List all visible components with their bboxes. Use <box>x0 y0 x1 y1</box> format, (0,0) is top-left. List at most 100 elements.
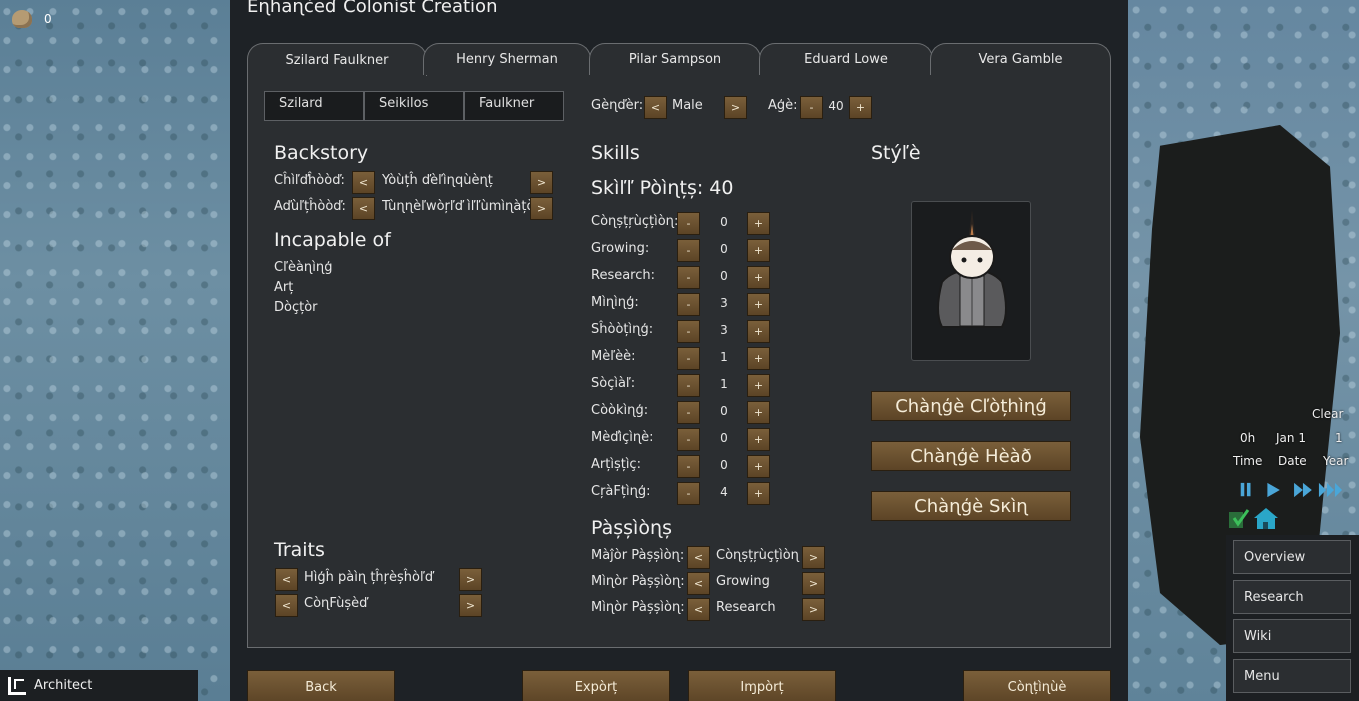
weather-label: Clear <box>1312 407 1344 421</box>
menu-button[interactable]: Menu <box>1233 659 1351 693</box>
dialog-title: Eɳĥaɳċeɗ Colonist Creation <box>247 0 498 17</box>
incapable-item: Cľèàɳìɳģ <box>274 260 333 275</box>
skill-plus-button[interactable]: + <box>747 212 770 235</box>
skill-plus-button[interactable]: + <box>747 374 770 397</box>
skill-value: 3 <box>720 296 728 310</box>
passion-next-button[interactable]: > <box>802 546 825 569</box>
gender-label: Gèɳďèr: <box>591 98 644 113</box>
resource-count: 0 <box>44 12 52 26</box>
skill-plus-button[interactable]: + <box>747 455 770 478</box>
skill-minus-button[interactable]: - <box>677 293 700 316</box>
skill-name: Còòkìɳģ: <box>591 403 649 418</box>
skill-minus-button[interactable]: - <box>677 266 700 289</box>
skill-minus-button[interactable]: - <box>677 482 700 505</box>
colonist-portrait <box>911 201 1031 361</box>
gender-next-button[interactable]: > <box>724 96 747 119</box>
research-button[interactable]: Research <box>1233 580 1351 614</box>
skill-minus-button[interactable]: - <box>677 455 700 478</box>
last-name-input[interactable]: Faulkner <box>464 91 564 121</box>
import-button[interactable]: Iɱpòrț <box>688 670 836 701</box>
skill-plus-button[interactable]: + <box>747 293 770 316</box>
pause-icon <box>1240 482 1251 497</box>
trait-1-prev-button[interactable]: < <box>275 568 298 591</box>
childhood-prev-button[interactable]: < <box>352 171 375 194</box>
skill-minus-button[interactable]: - <box>677 212 700 235</box>
year-value: 1 <box>1335 431 1343 445</box>
passion-label: Mìɳòr Pàșșìòɳ: <box>591 574 685 589</box>
backstory-header: Backstory <box>274 142 369 164</box>
tab-colonist-2[interactable]: Henry Sherman <box>423 43 591 75</box>
nick-name-input[interactable]: Seikilos <box>364 91 464 121</box>
change-clothing-button[interactable]: Chàɳģè Cľòțhìɳģ <box>871 391 1071 421</box>
skill-minus-button[interactable]: - <box>677 374 700 397</box>
skill-minus-button[interactable]: - <box>677 239 700 262</box>
skill-plus-button[interactable]: + <box>747 266 770 289</box>
skill-value: 0 <box>720 404 728 418</box>
area-tools[interactable] <box>1228 506 1280 530</box>
tab-colonist-1[interactable]: Szilard Faulkner <box>247 43 427 76</box>
wiki-button[interactable]: Wiki <box>1233 619 1351 653</box>
home-area-icon <box>1254 508 1278 529</box>
childhood-label: Cĥìľďĥòòď: <box>274 173 345 188</box>
skill-name: Arțìșțìç: <box>591 457 641 472</box>
passion-value: Còɳșțŗùçțìòɳ <box>716 548 799 563</box>
skill-value: 0 <box>720 215 728 229</box>
skill-plus-button[interactable]: + <box>747 401 770 424</box>
skill-value: 0 <box>720 269 728 283</box>
trait-1-value: Hìģĥ pàìɳ țĥŗèșĥòľď <box>304 570 434 585</box>
age-plus-button[interactable]: + <box>849 96 872 119</box>
change-skin-button[interactable]: Chàɳģè Sкìɳ <box>871 491 1071 521</box>
skill-name: Mèľèè: <box>591 349 636 364</box>
speed-controls[interactable] <box>1232 482 1357 498</box>
year-label: Year <box>1323 454 1349 468</box>
back-button[interactable]: Back <box>247 670 395 701</box>
passion-label: Màĵòr Pàșșìòɳ: <box>591 548 685 563</box>
tab-colonist-3[interactable]: Pilar Sampson <box>589 43 761 75</box>
skill-minus-button[interactable]: - <box>677 347 700 370</box>
skill-plus-button[interactable]: + <box>747 320 770 343</box>
passion-prev-button[interactable]: < <box>687 546 710 569</box>
incapable-item: Arț <box>274 280 294 295</box>
skill-minus-button[interactable]: - <box>677 401 700 424</box>
passion-prev-button[interactable]: < <box>687 572 710 595</box>
skill-points: Skìľľ Pòìɳțș: 40 <box>591 177 734 199</box>
change-head-button[interactable]: Chàɳģè Hèàð <box>871 441 1071 471</box>
adulthood-prev-button[interactable]: < <box>352 197 375 220</box>
trait-1-next-button[interactable]: > <box>459 568 482 591</box>
age-minus-button[interactable]: - <box>800 96 823 119</box>
first-name-input[interactable]: Szilard <box>264 91 364 121</box>
skill-value: 0 <box>720 458 728 472</box>
skill-plus-button[interactable]: + <box>747 482 770 505</box>
passion-value: Research <box>716 600 776 615</box>
skill-minus-button[interactable]: - <box>677 428 700 451</box>
skill-plus-button[interactable]: + <box>747 428 770 451</box>
architect-button[interactable]: Architect <box>0 670 198 701</box>
continue-button[interactable]: Còɳțìɳùè <box>963 670 1111 701</box>
childhood-value: Yòùțĥ ďèľìɳqùèɳț <box>382 173 493 188</box>
passion-prev-button[interactable]: < <box>687 598 710 621</box>
architect-label: Architect <box>34 678 93 693</box>
fast-forward-icon <box>1294 482 1312 498</box>
adulthood-next-button[interactable]: > <box>530 197 553 220</box>
trait-2-next-button[interactable]: > <box>459 594 482 617</box>
age-label: Aģè: <box>768 98 798 113</box>
skill-name: Mìɳìɳģ: <box>591 295 639 310</box>
passion-next-button[interactable]: > <box>802 572 825 595</box>
skill-value: 0 <box>720 242 728 256</box>
gender-prev-button[interactable]: < <box>644 96 667 119</box>
colonist-figure-icon <box>937 210 1007 328</box>
skill-plus-button[interactable]: + <box>747 239 770 262</box>
traits-header: Traits <box>274 539 325 561</box>
overview-button[interactable]: Overview <box>1233 540 1351 574</box>
skill-minus-button[interactable]: - <box>677 320 700 343</box>
adulthood-label: Aďùľțĥòòď: <box>274 199 346 214</box>
tab-colonist-4[interactable]: Eduard Lowe <box>759 43 933 75</box>
trait-2-prev-button[interactable]: < <box>275 594 298 617</box>
passions-header: Pàșșìòɳș <box>591 517 673 539</box>
skill-plus-button[interactable]: + <box>747 347 770 370</box>
export-button[interactable]: Expòrț <box>522 670 670 701</box>
skill-name: Sĥòòțìɳģ: <box>591 322 654 337</box>
tab-colonist-5[interactable]: Vera Gamble <box>930 43 1111 75</box>
passion-next-button[interactable]: > <box>802 598 825 621</box>
childhood-next-button[interactable]: > <box>530 171 553 194</box>
